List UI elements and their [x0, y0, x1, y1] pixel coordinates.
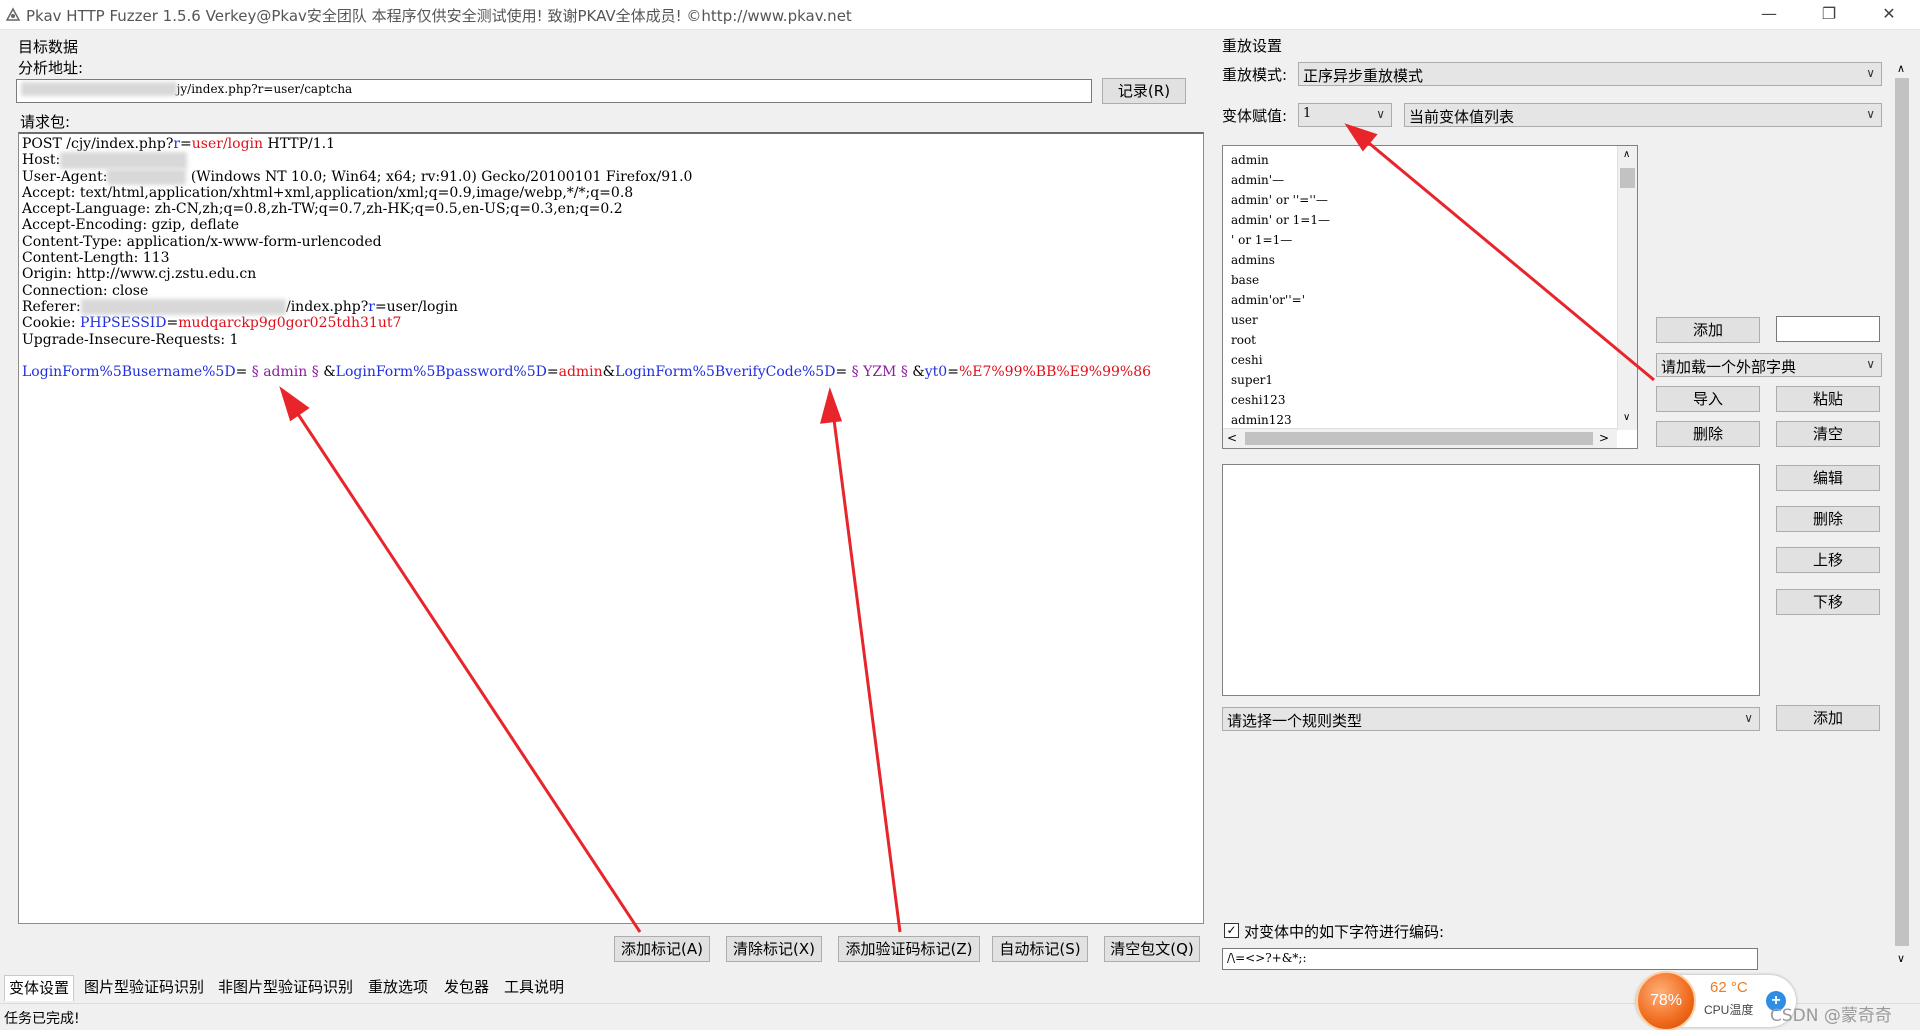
payload-list-item[interactable]: admin'— [1231, 170, 1330, 190]
marker-username: § admin § [247, 364, 324, 381]
cpu-temp-value: 62 °C [1710, 979, 1748, 996]
tab-variant-settings[interactable]: 变体设置 [4, 975, 75, 1001]
marker-captcha: § YZM § [847, 364, 913, 381]
cpu-temp-label: CPU温度 [1704, 1003, 1754, 1017]
hscroll-thumb[interactable] [1245, 432, 1593, 445]
app-icon [5, 7, 21, 21]
tab-bar: 变体设置 图片型验证码识别 非图片型验证码识别 重放选项 发包器 工具说明 [0, 973, 1920, 1001]
scroll-right-icon[interactable]: > [1599, 431, 1609, 445]
chevron-down-icon: ∨ [1866, 66, 1875, 80]
address-label: 分析地址: [18, 59, 84, 77]
payload-list-item[interactable]: user [1231, 310, 1330, 330]
rule-type-select[interactable]: 请选择一个规则类型 ∨ [1222, 707, 1760, 731]
clear-mark-button[interactable]: 清除标记(X) [726, 936, 822, 962]
scroll-up-icon[interactable]: ∧ [1897, 62, 1905, 75]
chevron-down-icon: ∨ [1376, 107, 1385, 121]
address-input[interactable]: xxxxxxxxxxxxxxxxxxxxxxxjy/index.php?r=us… [16, 79, 1092, 103]
auto-mark-button[interactable]: 自动标记(S) [992, 936, 1088, 962]
payload-list-item[interactable]: base [1231, 270, 1330, 290]
window-title: Pkav HTTP Fuzzer 1.5.6 Verkey@Pkav安全团队 本… [26, 7, 852, 25]
delete-payload-button[interactable]: 删除 [1656, 421, 1760, 447]
chevron-down-icon: ∨ [1866, 107, 1875, 121]
variant-assign-label: 变体赋值: [1222, 107, 1288, 125]
payload-list-item[interactable]: admin [1231, 150, 1330, 170]
status-bar: 任务已完成! [0, 1003, 1920, 1030]
payload-list-vscroll[interactable]: ∧ ∨ [1617, 146, 1637, 430]
title-bar: Pkav HTTP Fuzzer 1.5.6 Verkey@Pkav安全团队 本… [0, 0, 1920, 30]
move-up-button[interactable]: 上移 [1776, 547, 1880, 573]
scroll-down-icon[interactable]: ∨ [1623, 412, 1630, 423]
payload-list-item[interactable]: ' or 1=1— [1231, 230, 1330, 250]
payload-list-item[interactable]: admin123 [1231, 410, 1330, 430]
rule-list[interactable] [1222, 464, 1760, 696]
chevron-down-icon: ∨ [1866, 357, 1875, 371]
chevron-down-icon: ∨ [1744, 711, 1753, 725]
scroll-down-icon[interactable]: ∨ [1897, 952, 1905, 965]
add-payload-button[interactable]: 添加 [1656, 317, 1760, 343]
status-text: 任务已完成! [4, 1011, 80, 1027]
payload-list-item[interactable]: super1 [1231, 370, 1330, 390]
payload-list[interactable]: admin admin'— admin' or ''=''— admin' or 1=… [1222, 145, 1638, 449]
settings-vscroll[interactable]: ∧ ∨ [1892, 58, 1912, 968]
payload-list-item[interactable]: ceshi [1231, 350, 1330, 370]
add-rule-button[interactable]: 添加 [1776, 705, 1880, 731]
request-editor[interactable]: POST /cjy/index.php?r=user/login HTTP/1.… [18, 132, 1204, 924]
request-label: 请求包: [20, 113, 71, 131]
dictionary-select[interactable]: 请加载一个外部字典 ∨ [1656, 353, 1882, 377]
settings-scroll-thumb[interactable] [1895, 78, 1909, 946]
cpu-load-gauge: 78% [1636, 971, 1696, 1030]
payload-list-item[interactable]: admin' or ''=''— [1231, 190, 1330, 210]
payload-list-item[interactable]: admins [1231, 250, 1330, 270]
tab-replay-options[interactable]: 重放选项 [364, 975, 432, 1001]
scroll-thumb[interactable] [1620, 168, 1635, 188]
import-button[interactable]: 导入 [1656, 386, 1760, 412]
add-mark-button[interactable]: 添加标记(A) [614, 936, 710, 962]
watermark: CSDN @蒙奇奇 [1770, 1006, 1892, 1026]
tab-image-captcha[interactable]: 图片型验证码识别 [80, 975, 208, 1001]
payload-list-item[interactable]: admin' or 1=1— [1231, 210, 1330, 230]
minimize-icon[interactable]: — [1746, 0, 1792, 30]
restore-icon[interactable]: ❐ [1806, 0, 1852, 30]
delete-rule-button[interactable]: 删除 [1776, 506, 1880, 532]
payload-list-item[interactable]: root [1231, 330, 1330, 350]
replay-mode-select[interactable]: 正序异步重放模式 ∨ [1298, 62, 1882, 86]
close-icon[interactable]: ✕ [1866, 0, 1912, 30]
scroll-up-icon[interactable]: ∧ [1623, 149, 1630, 160]
tab-non-image-captcha[interactable]: 非图片型验证码识别 [214, 975, 357, 1001]
variant-list-select[interactable]: 当前变体值列表 ∨ [1404, 103, 1882, 127]
record-button[interactable]: 记录(R) [1102, 78, 1186, 104]
request-body-line: LoginForm%5Busername%5D= § admin § &Logi… [22, 364, 1152, 381]
tab-sender[interactable]: 发包器 [440, 975, 493, 1001]
target-group-label: 目标数据 [18, 38, 79, 56]
clear-payload-button[interactable]: 清空 [1776, 421, 1880, 447]
move-down-button[interactable]: 下移 [1776, 589, 1880, 615]
scroll-left-icon[interactable]: < [1227, 431, 1237, 445]
payload-list-hscroll[interactable]: < > [1223, 428, 1617, 448]
encode-chars-input[interactable]: /\=<>?+&*;: [1222, 948, 1758, 970]
add-payload-input[interactable] [1776, 316, 1880, 342]
paste-button[interactable]: 粘贴 [1776, 386, 1880, 412]
payload-list-item[interactable]: ceshi123 [1231, 390, 1330, 410]
variant-index-select[interactable]: 1 ∨ [1298, 103, 1392, 127]
clear-body-button[interactable]: 清空包文(Q) [1104, 936, 1200, 962]
payload-list-item[interactable]: admin'or''=' [1231, 290, 1330, 310]
add-captcha-mark-button[interactable]: 添加验证码标记(Z) [838, 936, 980, 962]
tab-tool-help[interactable]: 工具说明 [500, 975, 568, 1001]
encode-checkbox[interactable]: ✓ [1224, 923, 1239, 938]
edit-rule-button[interactable]: 编辑 [1776, 465, 1880, 491]
replay-mode-label: 重放模式: [1222, 66, 1288, 84]
replay-group-label: 重放设置 [1222, 37, 1283, 55]
blurred-host: xxxxxxxxxxxxxxxxxxxxxxx [21, 82, 177, 96]
encode-label: 对变体中的如下字符进行编码: [1244, 923, 1445, 941]
